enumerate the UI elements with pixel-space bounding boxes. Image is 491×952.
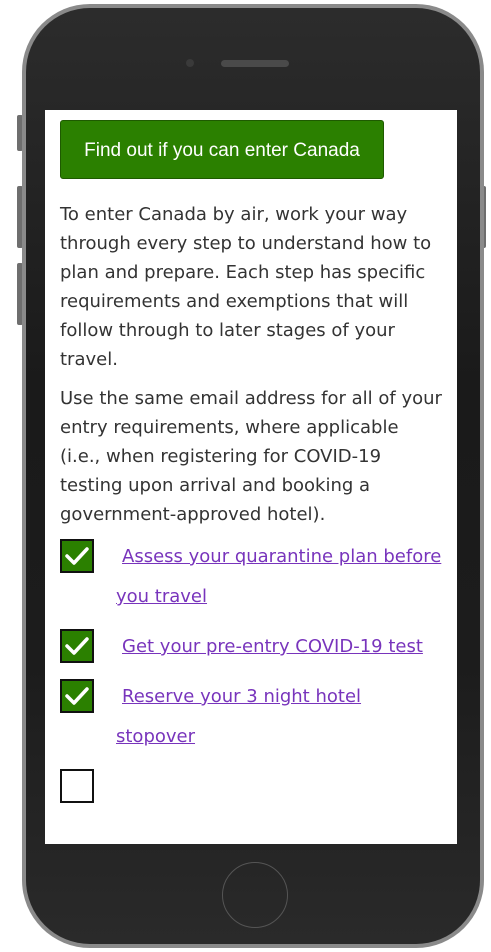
phone-screen: Find out if you can enter Canada To ente… — [45, 110, 457, 844]
completed-checkbox[interactable] — [60, 629, 94, 663]
empty-checkbox[interactable] — [60, 769, 94, 803]
intro-paragraph-2: Use the same email address for all of yo… — [60, 388, 442, 525]
earpiece-speaker — [221, 60, 289, 67]
completed-checkbox[interactable] — [60, 679, 94, 713]
checklist-item-hotel-stopover: Reserve your 3 night hotel stopover — [60, 677, 443, 757]
home-button[interactable] — [222, 862, 288, 928]
find-out-if-you-can-enter-canada-button[interactable]: Find out if you can enter Canada — [60, 120, 384, 179]
checkmark-icon — [65, 547, 89, 565]
pre-entry-covid-test-link[interactable]: Get your pre-entry COVID-19 test — [116, 627, 443, 667]
checkmark-icon — [65, 637, 89, 655]
intro-paragraph-1: To enter Canada by air, work your way th… — [60, 204, 432, 370]
checklist-item-quarantine-plan: Assess your quarantine plan before you t… — [60, 537, 443, 617]
front-camera-icon — [186, 59, 194, 67]
entry-steps-checklist: Assess your quarantine plan before you t… — [60, 537, 443, 803]
checkmark-icon — [65, 687, 89, 705]
page-content: Find out if you can enter Canada To ente… — [45, 110, 457, 803]
completed-checkbox[interactable] — [60, 539, 94, 573]
device-frame-stage: Find out if you can enter Canada To ente… — [0, 0, 491, 952]
reserve-hotel-stopover-link[interactable]: Reserve your 3 night hotel stopover — [116, 677, 443, 757]
assess-quarantine-plan-link[interactable]: Assess your quarantine plan before you t… — [116, 537, 443, 617]
checklist-item-pre-entry-test: Get your pre-entry COVID-19 test — [60, 627, 443, 667]
